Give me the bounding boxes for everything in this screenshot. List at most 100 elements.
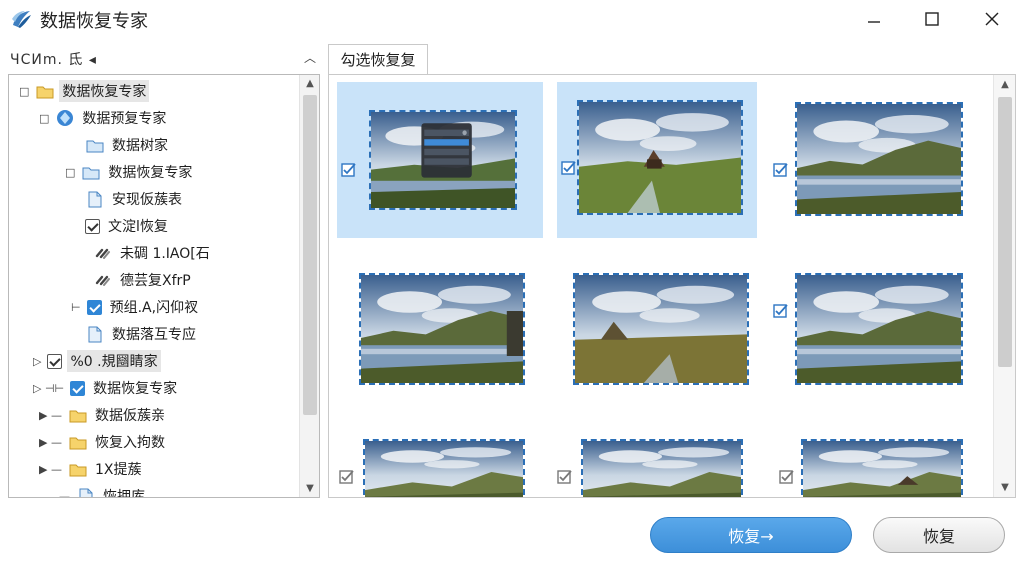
photo-thumbnail[interactable] (795, 273, 963, 385)
recovery-window: 数据恢复专家 ЧCИm. 氐 ◂ ︿ □ 数据恢复专家 □ 数据预复专家数据树家 □ 数据… (0, 0, 1024, 576)
tree-item[interactable]: ▷ %0 .規圝睛家 (33, 349, 161, 373)
select-checkbox-icon[interactable] (773, 162, 789, 178)
expand-toggle-icon[interactable]: ▶ — (39, 409, 62, 422)
tree-item-label: 数据恢复专家 (108, 165, 193, 181)
tree-item[interactable]: □ 数据恢复专家 (65, 160, 195, 184)
minimize-button[interactable] (852, 4, 896, 34)
tree-item[interactable]: ▶ — 1X提蔟 (39, 457, 144, 481)
link-icon (93, 271, 113, 289)
expand-toggle-icon[interactable]: □ (65, 166, 75, 179)
tree-item[interactable]: ▷ ⊣⊢ 数据恢复专家 (33, 376, 180, 400)
document-icon (85, 190, 105, 208)
thumbnail-cell[interactable] (557, 425, 757, 497)
tree-item-label: 预组.A,闪仰衩 (109, 300, 199, 316)
tree-item-label: 安现仮蔟表 (112, 192, 182, 208)
tree-item[interactable]: 德芸复XfrP (93, 268, 194, 292)
folder-icon (68, 433, 88, 451)
select-checkbox-icon[interactable] (339, 469, 355, 485)
select-checkbox-icon[interactable] (561, 160, 577, 176)
thumbnail-cell[interactable] (773, 255, 977, 395)
folder-blue-icon (81, 163, 101, 181)
photo-thumbnail[interactable] (369, 110, 517, 210)
checkbox-blue-icon[interactable] (86, 299, 102, 315)
tree-item-label: 数据恢复专家 (59, 80, 150, 102)
photo-thumbnail[interactable] (359, 273, 525, 385)
scroll-down-icon[interactable]: ▼ (994, 482, 1015, 493)
folder-icon (68, 406, 88, 424)
gallery-scrollbar[interactable]: ▲ ▼ (993, 75, 1015, 497)
expand-toggle-icon[interactable]: ▷ ⊣⊢ (33, 382, 64, 395)
thumbnail-cell[interactable] (773, 82, 977, 238)
tree-scroll-thumb[interactable] (303, 95, 317, 415)
gallery-scroll-thumb[interactable] (998, 97, 1012, 367)
app-logo-icon (12, 11, 31, 28)
tree-item-label: 数据恢复专家 (93, 381, 178, 397)
tree-item-label: 恢拥库 (103, 489, 145, 498)
folder-icon (68, 460, 88, 478)
photo-thumbnail[interactable] (801, 439, 963, 497)
photo-thumbnail[interactable] (795, 102, 963, 216)
tree-scrollbar[interactable]: ▲ ▼ (299, 75, 319, 497)
recover-next-button[interactable]: 恢复→ (650, 517, 852, 553)
tree-item[interactable]: ▶ — 恢复入拘数 (39, 430, 168, 454)
folder-tree[interactable]: □ 数据恢复专家 □ 数据预复专家 数据树家 □ 数据恢复专家 安现仮蔟表 文淀l恢复 未碉 1.… (8, 74, 320, 498)
expand-toggle-icon[interactable]: ⊢ (71, 301, 81, 314)
select-checkbox-icon[interactable] (557, 469, 573, 485)
tree-item[interactable]: □ 数据恢复专家 (19, 79, 150, 103)
tree-item-label: 数据落互专应 (112, 327, 196, 343)
document-icon (85, 325, 105, 343)
tree-item-label: 德芸复XfrP (120, 273, 191, 289)
scroll-up-icon[interactable]: ▲ (994, 79, 1015, 90)
tree-item-label: 数据树家 (112, 138, 168, 154)
tree-item[interactable]: ▶ — 数据仮蔟亲 (39, 403, 168, 427)
close-icon (985, 12, 999, 26)
thumbnail-cell[interactable] (337, 82, 543, 238)
tree-item[interactable]: — 恢拥库 (59, 484, 148, 498)
tree-item[interactable]: 数据树家 (85, 133, 171, 157)
photo-thumbnail[interactable] (577, 100, 743, 215)
tree-item[interactable]: ⊢ 预组.A,闪仰衩 (71, 295, 201, 319)
window-title: 数据恢复专家 (40, 11, 148, 32)
select-checkbox-icon[interactable] (779, 469, 795, 485)
photo-thumbnail[interactable] (573, 273, 749, 385)
select-checkbox-icon[interactable] (341, 162, 357, 178)
scroll-up-icon[interactable]: ▲ (300, 78, 319, 89)
photo-thumbnail[interactable] (363, 439, 525, 497)
blue-gem-icon (55, 109, 75, 127)
photo-thumbnail[interactable] (581, 439, 743, 497)
expand-toggle-icon[interactable]: ▷ (33, 355, 41, 368)
expand-toggle-icon[interactable]: — (59, 490, 70, 498)
collapse-up-icon[interactable]: ︿ (304, 49, 316, 66)
expand-toggle-icon[interactable]: ▶ — (39, 436, 62, 449)
tree-item[interactable]: □ 数据预复专家 (39, 106, 169, 130)
checkbox-dark-icon[interactable] (47, 353, 63, 369)
tree-item-label: 未碉 1.IAO[石 (120, 246, 210, 262)
checkbox-blue-icon[interactable] (70, 380, 86, 396)
tree-item[interactable]: 文淀l恢复 (85, 214, 171, 238)
tree-header: ЧCИm. 氐 ◂ ︿ (8, 46, 320, 72)
tree-item-label: %0 .規圝睛家 (67, 350, 161, 372)
folder-icon (35, 82, 55, 100)
expand-toggle-icon[interactable]: □ (19, 85, 29, 98)
scroll-down-icon[interactable]: ▼ (300, 483, 319, 494)
thumbnail-cell[interactable] (557, 82, 757, 238)
thumbnail-cell[interactable] (337, 255, 543, 395)
tree-item[interactable]: 未碉 1.IAO[石 (93, 241, 213, 265)
thumbnail-cell[interactable] (777, 425, 977, 497)
thumbnail-cell[interactable] (337, 425, 543, 497)
recover-button[interactable]: 恢复 (873, 517, 1005, 553)
maximize-button[interactable] (910, 4, 954, 34)
tree-item[interactable]: 安现仮蔟表 (85, 187, 185, 211)
select-checkbox-icon[interactable] (773, 303, 789, 319)
tree-item[interactable]: 数据落互专应 (85, 322, 199, 346)
tree-header-label: ЧCИm. 氐 ◂ (10, 52, 97, 68)
thumbnail-cell[interactable] (557, 255, 757, 395)
expand-toggle-icon[interactable]: □ (39, 112, 49, 125)
checkbox-checked-icon[interactable] (85, 218, 100, 234)
tab-select-restore[interactable]: 勾选恢复复 (328, 44, 428, 74)
close-button[interactable] (970, 4, 1014, 34)
tree-item-label: 文淀l恢复 (108, 219, 168, 235)
expand-toggle-icon[interactable]: ▶ — (39, 463, 62, 476)
tree-item-label: 数据仮蔟亲 (94, 408, 165, 424)
document-icon (76, 487, 96, 497)
